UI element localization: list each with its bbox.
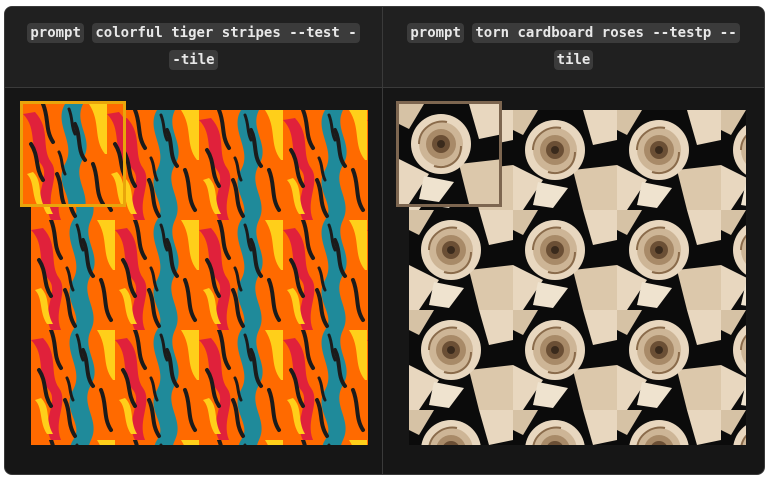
prompt-text-chip: colorful tiger stripes --test -: [92, 23, 360, 43]
prompt-keyword-chip: prompt: [407, 23, 464, 43]
prompt-text-chip: torn cardboard roses --testp --: [472, 23, 740, 43]
right-prompt-cell: prompt torn cardboard roses --testp -- t…: [383, 7, 764, 87]
left-prompt-cell: prompt colorful tiger stripes --test - -…: [5, 7, 382, 87]
prompt-text-chip: -tile: [169, 50, 218, 70]
prompt-text-chip: tile: [553, 50, 594, 70]
tile-preview-highlight: [20, 101, 126, 207]
prompt-keyword-chip: prompt: [27, 23, 84, 43]
right-prompt-text: prompt torn cardboard roses --testp -- t…: [399, 20, 749, 74]
left-prompt-text: prompt colorful tiger stripes --test - -…: [19, 20, 369, 74]
tile-preview-highlight: [396, 101, 502, 207]
